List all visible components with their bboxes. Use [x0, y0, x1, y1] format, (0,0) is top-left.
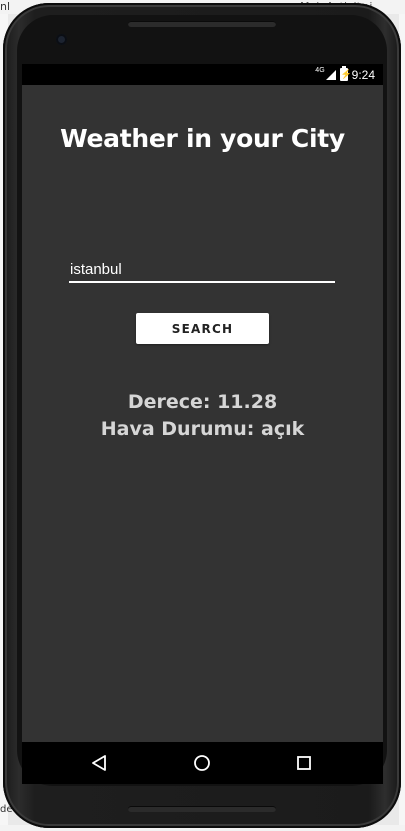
temperature-result: Derece: 11.28: [127, 391, 278, 413]
status-indicators: 4G ⚡ 9:24: [315, 66, 375, 82]
network-type-label: 4G: [315, 67, 325, 74]
bottom-speaker-grille: [128, 806, 276, 812]
signal-strength-icon: [325, 69, 336, 80]
front-camera-icon: [56, 34, 67, 45]
battery-charging-icon: ⚡: [339, 66, 352, 81]
recents-button[interactable]: [294, 753, 314, 773]
top-speaker-grille: [128, 21, 276, 27]
app-title: Weather in your City: [60, 124, 345, 153]
desktop-tab-fragment-left: nl: [0, 0, 11, 13]
circle-home-icon: [194, 755, 210, 771]
triangle-back-icon: [92, 755, 106, 771]
back-button[interactable]: [90, 753, 110, 773]
status-bar: 4G ⚡ 9:24: [22, 64, 383, 85]
status-time: 9:24: [351, 67, 375, 82]
search-button[interactable]: SEARCH: [136, 313, 269, 344]
square-recents-icon: [297, 756, 311, 770]
city-input[interactable]: [69, 257, 335, 283]
home-button[interactable]: [192, 753, 212, 773]
device-screen: 4G ⚡ 9:24 Weather in your City SEARCH De…: [22, 64, 383, 784]
navigation-bar: [22, 742, 383, 784]
weather-condition-result: Hava Durumu: açık: [100, 418, 305, 440]
